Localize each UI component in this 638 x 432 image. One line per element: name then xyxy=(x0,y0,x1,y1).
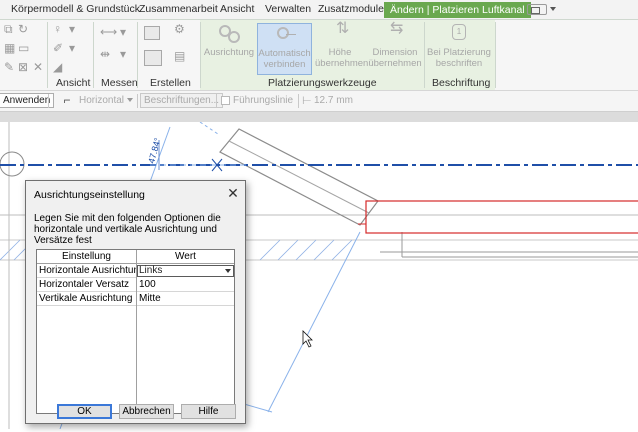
bei-platzierung-beschriften-button[interactable]: 1 Bei Platzierung beschriften xyxy=(426,23,492,69)
hilfe-button[interactable]: Hilfe xyxy=(181,404,236,419)
auto-connect-icon xyxy=(271,24,299,46)
orientation-dropdown-icon[interactable] xyxy=(127,98,133,102)
panel-label-beschriftung: Beschriftung xyxy=(432,77,491,89)
panel-separator xyxy=(93,22,94,88)
array-icon[interactable]: ▦ xyxy=(4,42,15,54)
lightbulb-icon[interactable]: ♀ xyxy=(53,23,62,35)
close-icon[interactable]: ✕ xyxy=(226,186,240,200)
unpin-icon[interactable]: ⊠ xyxy=(18,61,28,73)
hoehe-uebernehmen-button[interactable]: ⇅ Höhe übernehmen xyxy=(315,20,368,70)
leader-length-value[interactable]: 12.7 mm xyxy=(314,95,353,106)
tab-ansicht[interactable]: Ansicht xyxy=(220,3,254,15)
measure-distance-icon[interactable]: ⟷ xyxy=(100,26,117,38)
abbrechen-button[interactable]: Abbrechen xyxy=(119,404,174,419)
tab-verwalten[interactable]: Verwalten xyxy=(265,3,311,15)
panel-separator xyxy=(200,22,201,88)
grid-header-einstellung: Einstellung xyxy=(37,250,136,264)
grid-row-vertical-alignment-label: Vertikale Ausrichtung xyxy=(37,292,136,306)
panel-separator xyxy=(424,22,425,88)
options-bar: Anwenden ⌐ Horizontal Beschriftungen... … xyxy=(0,91,638,112)
measure-dropdown-icon[interactable]: ▾ xyxy=(120,26,126,38)
inherit-size-icon: ⇆ xyxy=(390,20,404,37)
fuehrungslinie-checkbox[interactable] xyxy=(221,96,230,105)
panel-label-ansicht: Ansicht xyxy=(56,77,91,89)
override-icon[interactable]: ▾ xyxy=(69,42,75,54)
horizontal-alignment-select[interactable]: Links xyxy=(137,265,234,277)
settings-grid: Einstellung Wert Horizontale Ausrichtun … xyxy=(36,249,235,414)
grid-row-horizontal-offset-label: Horizontaler Versatz xyxy=(37,278,136,292)
create-group-icon[interactable]: ⚙ xyxy=(174,23,185,35)
create-part-icon[interactable] xyxy=(144,26,160,40)
options-separator xyxy=(216,94,217,108)
options-separator xyxy=(298,94,299,108)
options-separator xyxy=(48,94,49,108)
tab-zusatzmodule[interactable]: Zusatzmodule xyxy=(318,3,384,15)
panel-label-messen: Messen xyxy=(101,77,138,89)
rotate-icon[interactable]: ↻ xyxy=(18,23,28,35)
create-assembly-icon[interactable] xyxy=(144,50,162,66)
construction-line-dashed xyxy=(199,121,219,135)
angle-dimension-label: 47.84° xyxy=(146,136,163,164)
dimension-icon[interactable]: ⇹ xyxy=(100,48,110,60)
options-separator xyxy=(137,94,138,108)
hide-icon[interactable]: ◢ xyxy=(53,61,62,73)
tab-aendern-platzieren-luftkanal[interactable]: Ändern | Platzieren Luftkanal xyxy=(384,2,531,18)
delete-icon[interactable]: ✕ xyxy=(33,61,43,73)
grid-row-horizontal-alignment-label: Horizontale Ausrichtun xyxy=(37,265,136,278)
ribbon-panel-area: ⧉ ↻ ▦ ▭ ✎ ⊠ ✕ ♀ ▾ ✐ ▾ ◢ Ansicht ⟷ ▾ ⇹ ▾ … xyxy=(0,20,638,91)
ausrichtung-button[interactable]: Ausrichtung xyxy=(202,23,256,69)
tab-koerpermodell[interactable]: Körpermodell & Grundstück xyxy=(11,3,140,15)
view-tab-strip xyxy=(0,112,638,122)
tag-icon: ⌐ xyxy=(63,93,71,107)
ok-button[interactable]: OK xyxy=(57,404,112,419)
panel-label-platzierungswerkzeuge: Platzierungswerkzeuge xyxy=(268,77,377,89)
ausrichtungseinstellung-dialog: Ausrichtungseinstellung ✕ Legen Sie mit … xyxy=(25,180,246,424)
ribbon-tab-bar: Körpermodell & Grundstück Zusammenarbeit… xyxy=(0,0,638,20)
tab-overflow-arrow-icon[interactable] xyxy=(550,7,556,11)
panel-separator xyxy=(137,22,138,88)
copy-icon[interactable]: ⧉ xyxy=(4,23,13,35)
vertical-alignment-field[interactable]: Mitte xyxy=(137,292,234,306)
chevron-down-icon[interactable] xyxy=(225,269,231,273)
ausrichtung-icon xyxy=(215,23,243,45)
dialog-description: Legen Sie mit den folgenden Optionen die… xyxy=(34,213,221,246)
tab-zusammenarbeit[interactable]: Zusammenarbeit xyxy=(139,3,218,15)
panel-label-erstellen: Erstellen xyxy=(150,77,191,89)
create-similar-icon[interactable]: ▤ xyxy=(174,50,185,62)
selected-duct-red xyxy=(365,200,638,234)
scale-icon[interactable]: ▭ xyxy=(18,42,29,54)
tag-on-placement-icon: 1 xyxy=(445,23,473,45)
grid-header-wert: Wert xyxy=(137,250,234,264)
mouse-cursor-icon xyxy=(302,330,313,348)
leader-length-icon: ⊢ xyxy=(302,95,312,107)
angled-duct-centerline xyxy=(228,140,370,214)
fuehrungslinie-label: Führungslinie xyxy=(233,95,294,106)
orientation-select[interactable]: Horizontal xyxy=(79,95,124,106)
automatisch-verbinden-button[interactable]: Automatisch verbinden xyxy=(257,23,312,75)
dimension-uebernehmen-button[interactable]: ⇆ Dimension übernehmen xyxy=(368,20,422,70)
view-dropdown-icon[interactable]: ▾ xyxy=(69,23,75,35)
pin-icon[interactable]: ✎ xyxy=(4,61,14,73)
horizontal-offset-field[interactable]: 100 xyxy=(137,278,234,292)
beschriftungen-button[interactable]: Beschriftungen... xyxy=(140,93,224,108)
panel-separator xyxy=(495,22,496,88)
anwenden-button[interactable]: Anwenden xyxy=(0,93,55,108)
inherit-elevation-icon: ⇅ xyxy=(336,20,350,37)
tab-overflow-icon[interactable] xyxy=(527,4,547,15)
dialog-title: Ausrichtungseinstellung xyxy=(34,189,145,201)
panel-separator xyxy=(47,22,48,88)
brush-icon[interactable]: ✐ xyxy=(53,42,63,54)
dimension-dropdown-icon[interactable]: ▾ xyxy=(120,48,126,60)
